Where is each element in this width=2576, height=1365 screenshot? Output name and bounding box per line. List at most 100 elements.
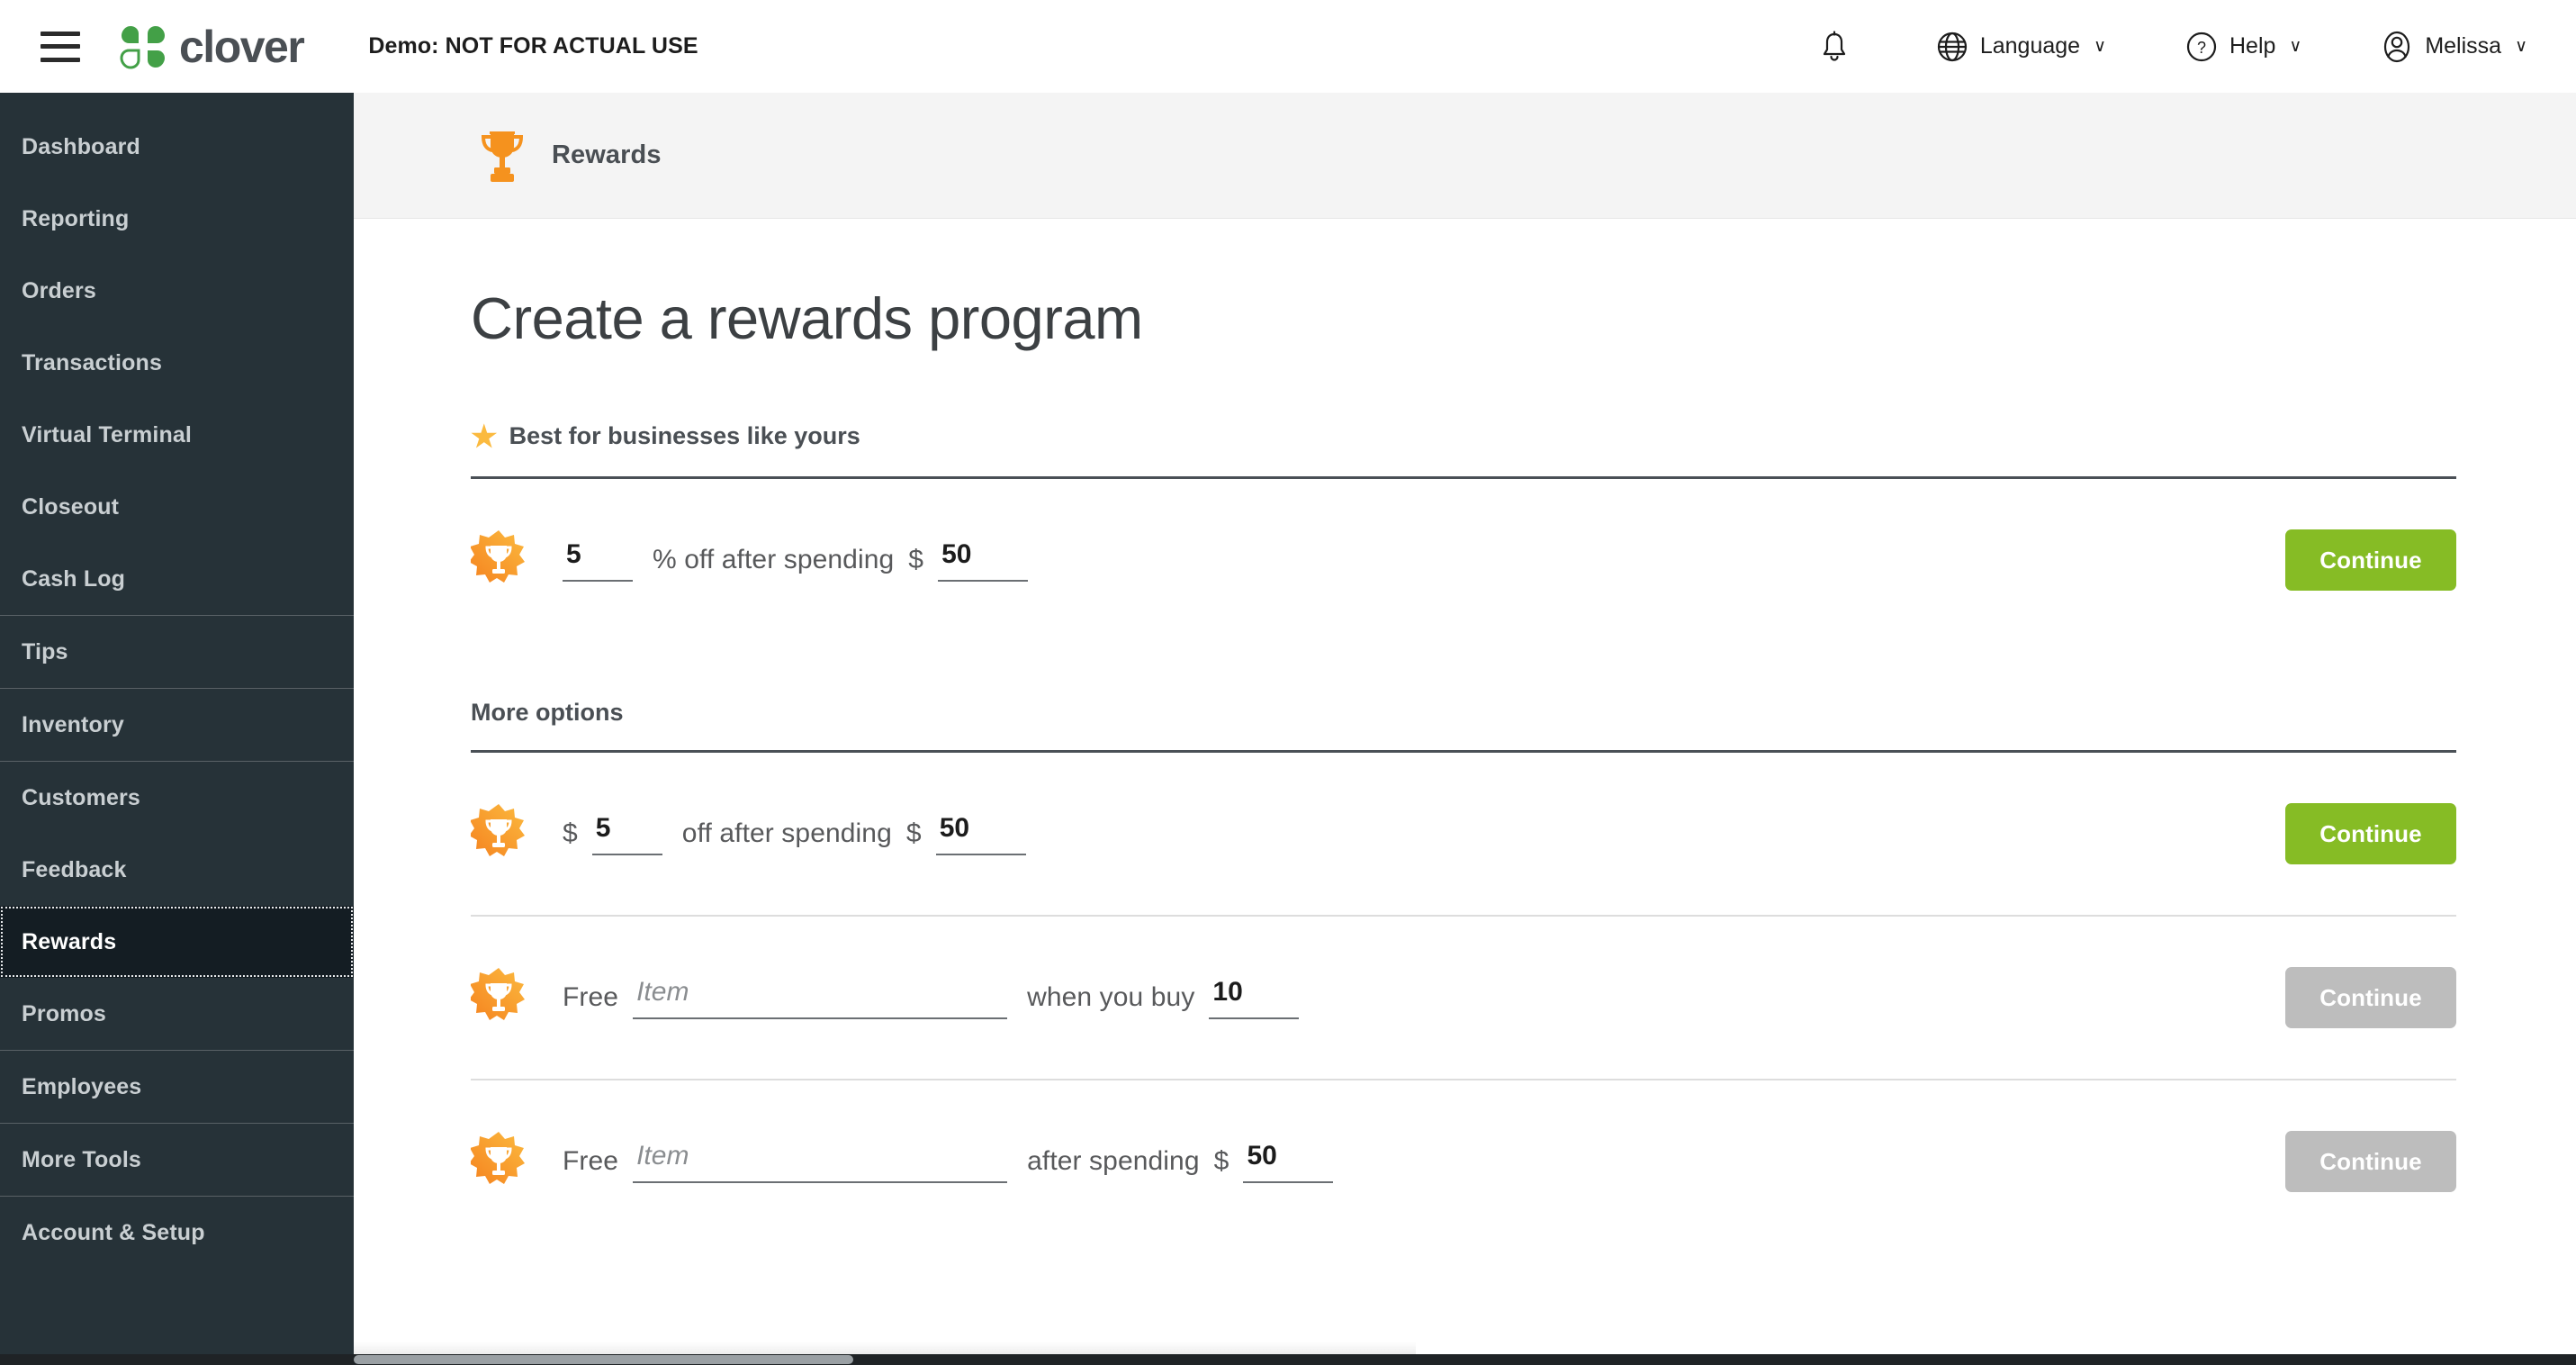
- reward-badge-icon: [471, 1132, 525, 1184]
- sidebar-item-reporting[interactable]: Reporting: [0, 183, 354, 255]
- sidebar-item-account-setup[interactable]: Account & Setup: [0, 1197, 354, 1269]
- reward-badge-icon: [471, 804, 525, 856]
- main-content: Rewards Create a rewards program ★ Best …: [354, 93, 2576, 1354]
- demo-banner: Demo: NOT FOR ACTUAL USE: [368, 33, 698, 59]
- reward-badge-icon: [471, 530, 525, 583]
- sidebar-item-inventory[interactable]: Inventory: [0, 689, 354, 761]
- notifications-button[interactable]: [1819, 30, 1850, 64]
- horizontal-scrollbar-track[interactable]: [0, 1354, 2576, 1365]
- sidebar-item-customers[interactable]: Customers: [0, 762, 354, 834]
- svg-text:?: ?: [2197, 39, 2206, 57]
- question-circle-icon: ?: [2186, 32, 2217, 61]
- recommended-label-text: Best for businesses like yours: [509, 422, 860, 449]
- free-item-input[interactable]: [633, 976, 1008, 1019]
- recommended-rows: % off after spending $ Continue: [471, 479, 2576, 641]
- sidebar-item-orders[interactable]: Orders: [0, 255, 354, 327]
- sidebar-item-cash-log[interactable]: Cash Log: [0, 543, 354, 615]
- recommended-section-label: ★ Best for businesses like yours: [471, 421, 2576, 451]
- language-menu[interactable]: Language ∨: [1936, 31, 2106, 63]
- sidebar-item-label: Transactions: [22, 349, 163, 375]
- sidebar-item-label: Employees: [22, 1073, 142, 1099]
- help-label: Help: [2229, 33, 2276, 59]
- sidebar-item-label: Closeout: [22, 493, 120, 520]
- continue-button[interactable]: Continue: [2285, 803, 2456, 864]
- sidebar-item-label: Feedback: [22, 856, 127, 882]
- dollar-off-input[interactable]: [591, 812, 662, 855]
- sidebar-item-transactions[interactable]: Transactions: [0, 327, 354, 399]
- spend-threshold-input[interactable]: [938, 538, 1029, 582]
- sidebar-item-label: Rewards: [22, 928, 117, 954]
- sidebar-item-label: Cash Log: [22, 565, 126, 592]
- clover-wordmark: clover: [179, 21, 305, 72]
- percent-off-input[interactable]: [563, 538, 633, 582]
- continue-button: Continue: [2285, 967, 2456, 1028]
- hamburger-menu-icon[interactable]: [41, 31, 80, 62]
- page-header-bar: Rewards: [354, 93, 2576, 219]
- buy-quantity-input[interactable]: [1209, 976, 1300, 1019]
- help-menu[interactable]: ? Help ∨: [2185, 31, 2301, 63]
- reward-option-row: $ off after spending $ Continue: [471, 753, 2456, 915]
- sidebar-item-label: Orders: [22, 277, 96, 303]
- reward-badge-icon: [471, 968, 525, 1020]
- sidebar-item-label: Reporting: [22, 205, 130, 231]
- globe-icon: [1937, 32, 1967, 61]
- more-options-rows: $ off after spending $ Continue Free when yo…: [471, 753, 2576, 1243]
- horizontal-scrollbar-thumb[interactable]: [354, 1355, 853, 1364]
- sidebar-item-promos[interactable]: Promos: [0, 978, 354, 1050]
- sidebar-item-label: Virtual Terminal: [22, 421, 193, 447]
- sidebar-navigation: Dashboard Reporting Orders Transactions Virt…: [0, 93, 354, 1354]
- sidebar-item-tips[interactable]: Tips: [0, 616, 354, 688]
- reward-text-label: Free: [563, 982, 619, 1012]
- sidebar-item-dashboard[interactable]: Dashboard: [0, 111, 354, 183]
- free-item-input[interactable]: [633, 1140, 1008, 1183]
- sidebar-item-label: Dashboard: [22, 133, 140, 159]
- more-options-label: More options: [471, 699, 624, 726]
- language-label: Language: [1979, 33, 2081, 59]
- user-circle-icon: [2384, 31, 2410, 62]
- continue-button[interactable]: Continue: [2285, 529, 2456, 591]
- spend-threshold-input[interactable]: [1243, 1140, 1334, 1183]
- clover-logo[interactable]: clover: [118, 21, 305, 72]
- chevron-down-icon: ∨: [2515, 37, 2527, 56]
- clover-mark-icon: [120, 25, 165, 69]
- sidebar-item-label: Promos: [22, 1000, 106, 1026]
- content-bottom-shadow: [354, 1342, 1416, 1354]
- page-title: Create a rewards program: [471, 285, 1143, 351]
- reward-text-label: Free: [563, 1146, 619, 1176]
- sidebar-top-spacer: [0, 93, 354, 111]
- chevron-down-icon: ∨: [2094, 37, 2106, 56]
- sidebar-item-rewards[interactable]: Rewards: [0, 906, 354, 978]
- page-header-title: Rewards: [552, 140, 662, 169]
- content-area: Create a rewards program ★ Best for busi…: [354, 289, 2576, 1243]
- reward-text-label: off after spending: [681, 818, 892, 848]
- trophy-icon: [481, 131, 524, 182]
- currency-symbol: $: [563, 818, 578, 848]
- currency-symbol: $: [908, 545, 924, 574]
- sidebar-item-label: Inventory: [22, 711, 124, 737]
- top-bar: clover Demo: NOT FOR ACTUAL USE Language…: [0, 0, 2576, 93]
- account-menu[interactable]: Melissa ∨: [2381, 30, 2527, 64]
- currency-symbol: $: [905, 818, 922, 848]
- reward-option-expression: % off after spending $: [563, 538, 1029, 582]
- reward-option-row: % off after spending $ Continue: [471, 479, 2456, 641]
- spend-threshold-input[interactable]: [935, 812, 1026, 855]
- sidebar-item-employees[interactable]: Employees: [0, 1051, 354, 1123]
- reward-text-label: after spending: [1027, 1146, 1200, 1176]
- sidebar-item-label: More Tools: [22, 1146, 141, 1172]
- currency-symbol: $: [1213, 1146, 1229, 1176]
- account-label: Melissa: [2425, 33, 2502, 59]
- reward-option-expression: Free when you buy: [563, 976, 1300, 1019]
- sidebar-item-label: Customers: [22, 784, 140, 810]
- sidebar-item-more-tools[interactable]: More Tools: [0, 1124, 354, 1196]
- sidebar-item-closeout[interactable]: Closeout: [0, 471, 354, 543]
- reward-option-row: Free after spending $ Continue: [471, 1080, 2456, 1243]
- reward-text-label: % off after spending: [653, 545, 895, 574]
- bell-icon: [1823, 30, 1845, 61]
- sidebar-item-virtual-terminal[interactable]: Virtual Terminal: [0, 399, 354, 471]
- sidebar-item-feedback[interactable]: Feedback: [0, 834, 354, 906]
- reward-text-label: when you buy: [1027, 982, 1195, 1012]
- reward-option-expression: $ off after spending $: [563, 812, 1026, 855]
- reward-option-row: Free when you buy Continue: [471, 917, 2456, 1079]
- sidebar-item-label: Account & Setup: [22, 1219, 205, 1245]
- reward-option-expression: Free after spending $: [563, 1140, 1334, 1183]
